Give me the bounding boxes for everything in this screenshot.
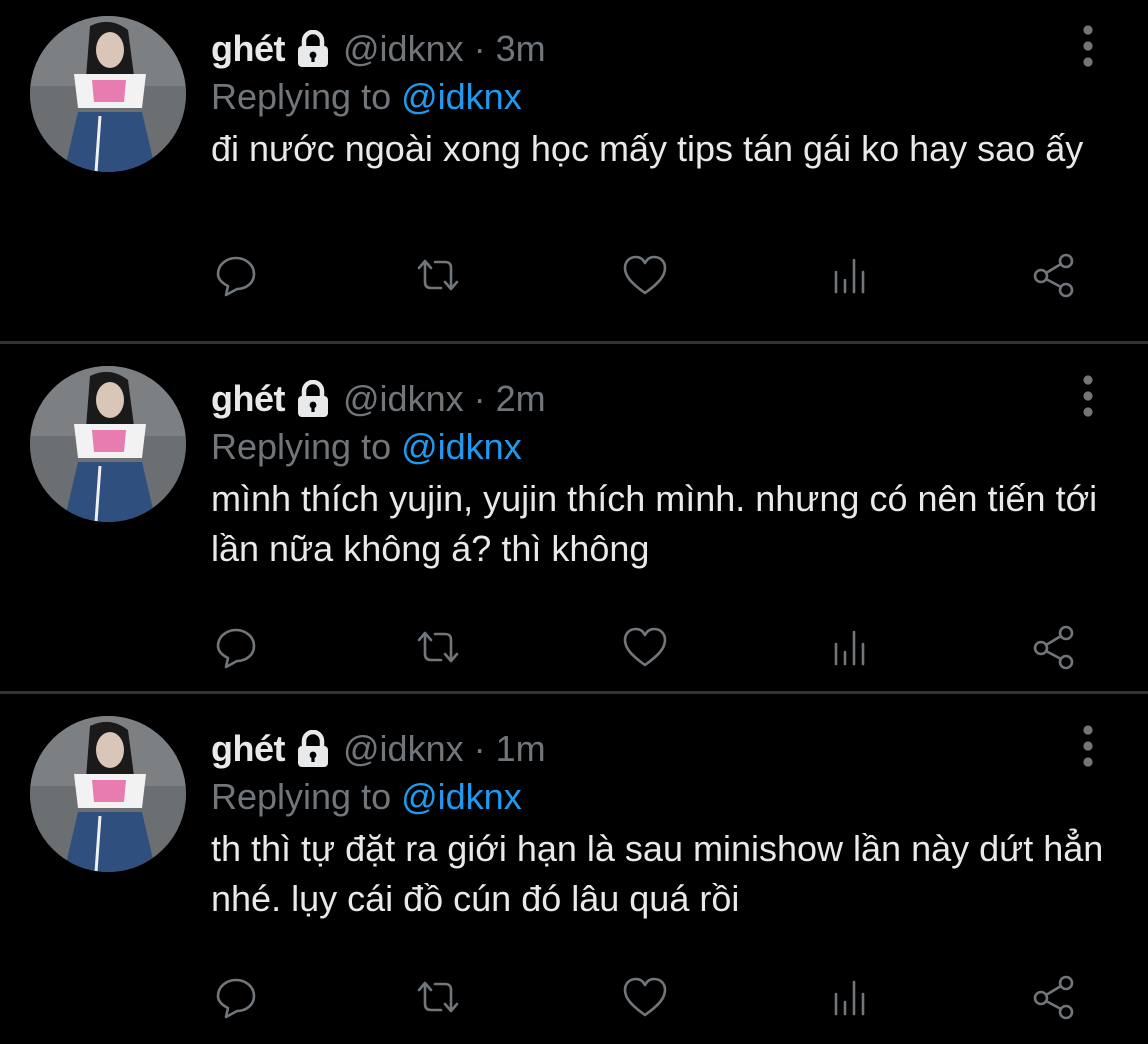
divider (0, 341, 1148, 344)
tweet-actions (0, 622, 1148, 672)
reply-bubble-icon[interactable] (211, 622, 261, 672)
tweet[interactable]: ghét @idknx · 1m Replying to @idknx th t… (0, 700, 1148, 1043)
mention-link[interactable]: @idknx (401, 76, 522, 117)
tweet-actions (0, 972, 1148, 1022)
display-name[interactable]: ghét (211, 728, 286, 770)
handle[interactable]: @idknx (343, 378, 464, 420)
tweet-text: đi nước ngoài xong học mấy tips tán gái … (211, 128, 1084, 169)
tweet-text: th thì tự đặt ra giới hạn là sau minisho… (211, 828, 1104, 919)
heart-icon[interactable] (620, 622, 670, 672)
avatar[interactable] (30, 366, 186, 522)
heart-icon[interactable] (620, 972, 670, 1022)
handle[interactable]: @idknx (343, 28, 464, 70)
heart-icon[interactable] (620, 250, 670, 300)
share-icon[interactable] (1029, 622, 1079, 672)
lock-icon (295, 379, 331, 418)
tweet-header: ghét @idknx · 2m (211, 376, 546, 422)
display-name[interactable]: ghét (211, 28, 286, 70)
mention-link[interactable]: @idknx (401, 426, 522, 467)
divider (0, 691, 1148, 694)
replying-to-label: Replying to (211, 76, 402, 117)
display-name[interactable]: ghét (211, 378, 286, 420)
more-vertical-icon[interactable] (1076, 24, 1100, 68)
tweet-actions (0, 250, 1148, 300)
lock-icon (295, 729, 331, 768)
more-vertical-icon[interactable] (1076, 724, 1100, 768)
replying-to: Replying to @idknx (211, 426, 522, 468)
replying-to: Replying to @idknx (211, 76, 522, 118)
replying-to-label: Replying to (211, 776, 402, 817)
retweet-icon[interactable] (413, 622, 463, 672)
separator-dot: · (473, 378, 486, 419)
replying-to: Replying to @idknx (211, 776, 522, 818)
retweet-icon[interactable] (413, 250, 463, 300)
reply-bubble-icon[interactable] (211, 972, 261, 1022)
avatar[interactable] (30, 16, 186, 172)
reply-bubble-icon[interactable] (211, 250, 261, 300)
separator-dot: · (473, 28, 486, 69)
tweet-text: mình thích yujin, yujin thích mình. nhưn… (211, 478, 1098, 569)
share-icon[interactable] (1029, 972, 1079, 1022)
timestamp[interactable]: 2m (496, 378, 546, 420)
separator-dot: · (473, 728, 486, 769)
lock-icon (295, 29, 331, 68)
analytics-icon[interactable] (825, 250, 875, 300)
timestamp[interactable]: 1m (496, 728, 546, 770)
avatar[interactable] (30, 716, 186, 872)
more-vertical-icon[interactable] (1076, 374, 1100, 418)
analytics-icon[interactable] (825, 972, 875, 1022)
replying-to-label: Replying to (211, 426, 402, 467)
handle[interactable]: @idknx (343, 728, 464, 770)
tweet-header: ghét @idknx · 1m (211, 726, 546, 772)
tweet-header: ghét @idknx · 3m (211, 26, 546, 72)
retweet-icon[interactable] (413, 972, 463, 1022)
mention-link[interactable]: @idknx (401, 776, 522, 817)
tweet[interactable]: ghét @idknx · 3m Replying to @idknx đi n… (0, 0, 1148, 343)
tweet[interactable]: ghét @idknx · 2m Replying to @idknx mình… (0, 350, 1148, 693)
timestamp[interactable]: 3m (496, 28, 546, 70)
share-icon[interactable] (1029, 250, 1079, 300)
analytics-icon[interactable] (825, 622, 875, 672)
